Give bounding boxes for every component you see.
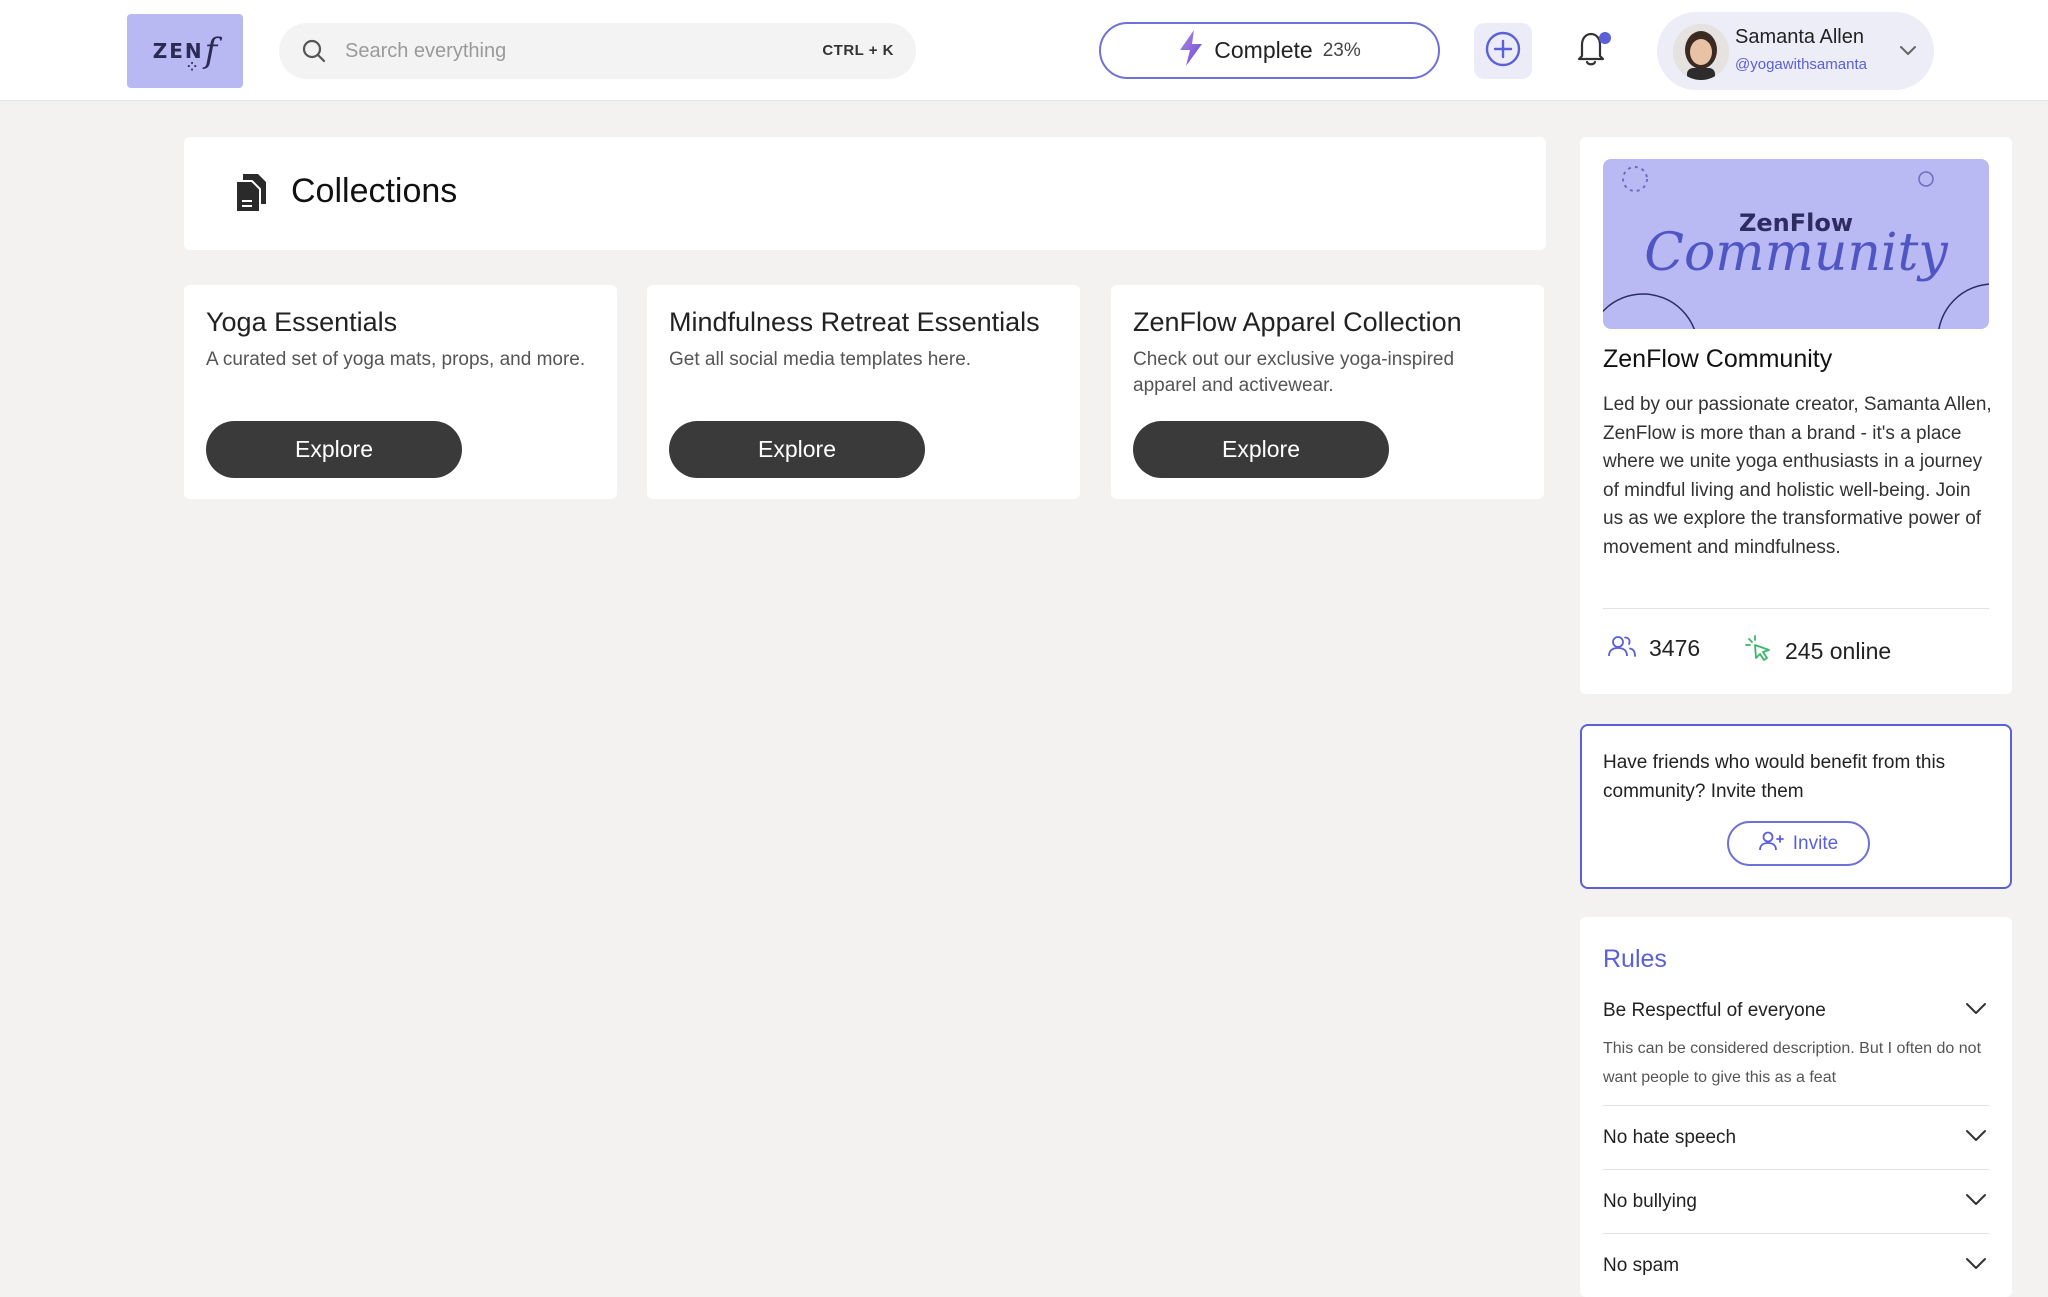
collection-description: A curated set of yoga mats, props, and m…: [206, 349, 586, 370]
community-banner: ZenFlow Community: [1603, 159, 1989, 329]
completion-percent: 23%: [1322, 39, 1361, 61]
collection-title: ZenFlow Apparel Collection: [1133, 307, 1462, 337]
search-bar[interactable]: CTRL + K: [279, 23, 916, 79]
rule-item[interactable]: Be Respectful of everyone This can be co…: [1603, 1000, 1989, 1092]
user-profile-menu[interactable]: Samanta Allen @yogawithsamanta: [1657, 12, 1934, 90]
collection-card: ZenFlow Apparel Collection Check out our…: [1111, 285, 1544, 499]
user-handle: @yogawithsamanta: [1735, 56, 1867, 73]
search-shortcut: CTRL + K: [822, 42, 894, 59]
rule-item[interactable]: No bullying: [1603, 1191, 1989, 1213]
invite-card: Have friends who would benefit from this…: [1580, 724, 2012, 889]
collection-card: Mindfulness Retreat Essentials Get all s…: [647, 285, 1080, 499]
notification-dot: [1599, 32, 1611, 44]
collection-title: Yoga Essentials: [206, 307, 398, 337]
rule-item[interactable]: No hate speech: [1603, 1127, 1989, 1149]
rules-card: Rules Be Respectful of everyone This can…: [1580, 917, 2012, 1297]
logo-dots-icon: ⁘: [187, 60, 198, 74]
chevron-down-icon: [1965, 1257, 1987, 1276]
collections-header: Collections: [184, 137, 1546, 250]
rule-title: No hate speech: [1603, 1127, 1737, 1148]
rules-title: Rules: [1603, 945, 1667, 973]
online-stat: 245 online: [1745, 635, 1891, 668]
cursor-click-icon: [1745, 635, 1773, 668]
create-button[interactable]: [1474, 23, 1532, 79]
rule-title: No spam: [1603, 1255, 1680, 1276]
add-user-icon: [1758, 831, 1785, 857]
app-logo[interactable]: ZEN f ⁘: [127, 14, 243, 88]
users-icon: [1607, 635, 1637, 662]
online-count: 245 online: [1785, 638, 1892, 664]
document-icon: [234, 173, 268, 218]
invite-text: Have friends who would benefit from this…: [1603, 752, 1946, 802]
community-card: ZenFlow Community ZenFlow Community Led …: [1580, 137, 2012, 694]
explore-button[interactable]: Explore: [669, 421, 925, 478]
rule-title: Be Respectful of everyone: [1603, 1000, 1826, 1021]
plus-circle-icon: [1484, 30, 1522, 73]
invite-button[interactable]: Invite: [1727, 821, 1870, 866]
user-name: Samanta Allen: [1735, 26, 1864, 48]
explore-button[interactable]: Explore: [1133, 421, 1389, 478]
rule-title: No bullying: [1603, 1191, 1697, 1212]
completion-label: Complete: [1214, 37, 1313, 63]
logo-f: f: [204, 31, 218, 71]
search-icon: [301, 38, 327, 69]
divider: [1603, 1233, 1989, 1234]
community-title: ZenFlow Community: [1603, 345, 1833, 373]
search-input[interactable]: [345, 37, 775, 65]
collection-title: Mindfulness Retreat Essentials: [669, 307, 1040, 337]
members-count: 3476: [1649, 635, 1701, 661]
divider: [1603, 1105, 1989, 1106]
collection-card: Yoga Essentials A curated set of yoga ma…: [184, 285, 617, 499]
lightning-icon: [1178, 30, 1204, 71]
chevron-down-icon: [1965, 1129, 1987, 1148]
top-bar: ZENf ⁘ CTRL + K Complete 23% Samanta All…: [0, 0, 2048, 101]
invite-button-label: Invite: [1792, 832, 1839, 854]
collection-description: Get all social media templates here.: [669, 349, 972, 370]
avatar: [1673, 24, 1729, 80]
chevron-down-icon: [1965, 1002, 1987, 1021]
members-stat: 3476: [1607, 635, 1700, 662]
page-title: Collections: [291, 172, 458, 210]
notifications-button[interactable]: [1574, 28, 1614, 72]
bell-icon: [1574, 32, 1610, 72]
community-description: Led by our passionate creator, Samanta A…: [1603, 394, 1992, 558]
divider: [1603, 1169, 1989, 1170]
banner-script: Community: [1644, 223, 1948, 283]
rule-description: This can be considered description. But …: [1603, 1040, 1982, 1086]
rule-item[interactable]: No spam: [1603, 1255, 1989, 1277]
chevron-down-icon: [1899, 44, 1917, 62]
profile-completion-button[interactable]: Complete 23%: [1099, 22, 1440, 79]
divider: [1603, 608, 1989, 609]
chevron-down-icon: [1965, 1193, 1987, 1212]
collection-description: Check out our exclusive yoga-inspired ap…: [1133, 349, 1455, 396]
explore-button[interactable]: Explore: [206, 421, 462, 478]
